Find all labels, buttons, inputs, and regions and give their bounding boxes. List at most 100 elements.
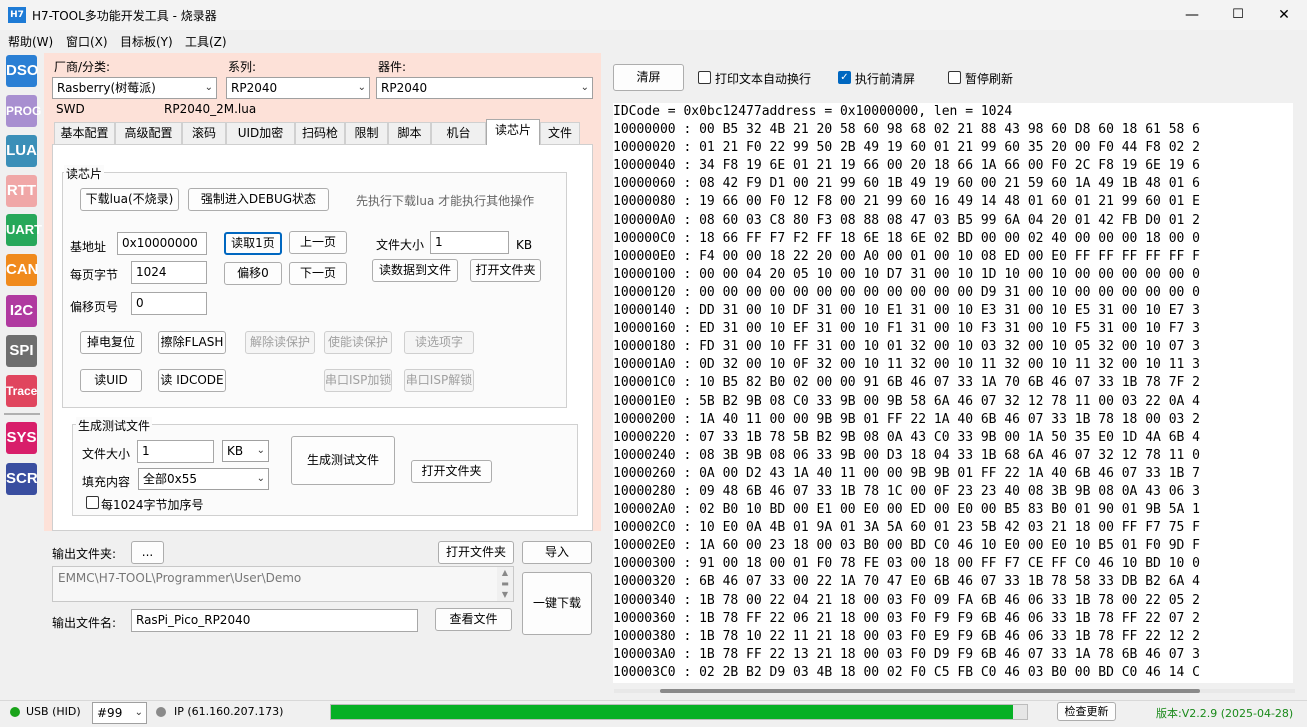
isp-lock-button[interactable]: 串口ISP加锁: [324, 369, 392, 392]
minimize-button[interactable]: —: [1169, 0, 1215, 30]
page-bytes-input[interactable]: 1024: [131, 261, 207, 284]
sidebar-dso-button[interactable]: DSO: [6, 55, 39, 87]
tab-machine[interactable]: 机台: [431, 122, 486, 144]
hex-output-view[interactable]: IDCode = 0x0bc12477address = 0x10000000,…: [613, 103, 1293, 683]
sidebar-i2c-button[interactable]: I2C: [6, 295, 37, 327]
tab-script[interactable]: 脚本: [388, 122, 431, 144]
hex-line: 10000220 : 07 33 1B 78 5B B2 9B 08 0A 43…: [613, 429, 1200, 445]
enable-read-protect-button[interactable]: 使能读保护: [324, 331, 392, 354]
hex-line: 100001E0 : 5B B2 9B 08 C0 33 9B 00 9B 58…: [613, 393, 1200, 409]
chevron-down-icon: ⌄: [134, 707, 143, 718]
vendor-select[interactable]: Rasberry(树莓派) ⌄: [52, 77, 217, 99]
sidebar-scr-button[interactable]: SCR: [6, 463, 38, 495]
sidebar-spi-button[interactable]: SPI: [6, 335, 37, 367]
close-button[interactable]: ✕: [1261, 0, 1307, 30]
wrap-checkbox[interactable]: [698, 71, 711, 84]
read-uid-button[interactable]: 读UID: [80, 369, 142, 392]
tab-uid-encrypt[interactable]: UID加密: [226, 122, 295, 144]
menu-tools[interactable]: 工具(Z): [185, 33, 227, 50]
hex-line: 100000C0 : 18 66 FF F7 F2 FF 18 6E 18 6E…: [613, 230, 1200, 246]
offset-page-input[interactable]: 0: [131, 292, 207, 315]
hex-line: 10000260 : 0A 00 D2 43 1A 40 11 00 00 9B…: [613, 465, 1200, 481]
force-debug-button[interactable]: 强制进入DEBUG状态: [188, 188, 329, 211]
output-open-folder-button[interactable]: 打开文件夹: [438, 541, 514, 564]
device-label: 器件:: [378, 60, 407, 74]
sidebar-can-button[interactable]: CAN: [6, 254, 39, 286]
browse-folder-button[interactable]: ...: [131, 541, 164, 564]
hex-line: 10000280 : 09 48 6B 46 07 33 1B 78 1C 00…: [613, 483, 1200, 499]
hex-line: 10000200 : 1A 40 11 00 00 9B 9B 01 FF 22…: [613, 411, 1200, 427]
sidebar-rtt-button[interactable]: RTT: [6, 175, 37, 207]
device-no-select[interactable]: #99 ⌄: [92, 702, 147, 724]
sidebar-uart-button[interactable]: UART: [6, 214, 42, 246]
path-scrollbar[interactable]: ▲ ▬ ▼: [497, 567, 513, 601]
hex-line: 10000320 : 6B 46 07 33 00 22 1A 70 47 E0…: [613, 574, 1200, 590]
clear-before-checkbox[interactable]: ✓: [838, 71, 851, 84]
device-select[interactable]: RP2040 ⌄: [376, 77, 593, 99]
wrap-label: 打印文本自动换行: [715, 72, 812, 86]
prev-page-button[interactable]: 上一页: [289, 231, 347, 254]
hex-line: 10000000 : 00 B5 32 4B 21 20 58 60 98 68…: [613, 122, 1200, 138]
read-to-file-button[interactable]: 读数据到文件: [372, 259, 458, 282]
output-folder-label: 输出文件夹:: [52, 547, 117, 561]
output-name-input[interactable]: RasPi_Pico_RP2040: [131, 609, 418, 632]
chevron-down-icon: ⌄: [357, 82, 366, 93]
open-folder-button[interactable]: 打开文件夹: [470, 259, 541, 282]
isp-unlock-button[interactable]: 串口ISP解锁: [404, 369, 474, 392]
window-title: H7-TOOL多功能开发工具 - 烧录器: [32, 9, 217, 23]
series-select[interactable]: RP2040 ⌄: [226, 77, 370, 99]
gen-unit-select[interactable]: KB ⌄: [222, 440, 269, 462]
sidebar-sys-button[interactable]: SYS: [6, 422, 37, 454]
fill-select[interactable]: 全部0x55 ⌄: [138, 468, 269, 490]
generate-test-file-button[interactable]: 生成测试文件: [291, 436, 395, 485]
tab-file[interactable]: 文件: [540, 122, 580, 144]
hex-line: 10000160 : ED 31 00 10 EF 31 00 10 F1 31…: [613, 321, 1200, 337]
view-file-button[interactable]: 查看文件: [435, 608, 512, 631]
menu-window[interactable]: 窗口(X): [66, 33, 108, 50]
sidebar-trace-button[interactable]: Trace: [6, 375, 37, 407]
read-size-input[interactable]: 1: [430, 231, 509, 254]
next-page-button[interactable]: 下一页: [289, 262, 347, 285]
one-click-download-button[interactable]: 一键下载: [522, 572, 592, 635]
hex-line: 10000300 : 91 00 18 00 01 F0 78 FE 03 00…: [613, 556, 1200, 572]
base-addr-input[interactable]: 0x10000000: [117, 232, 207, 255]
hex-line: 100000E0 : F4 00 00 18 22 20 00 A0 00 01…: [613, 248, 1200, 264]
tab-rolling-code[interactable]: 滚码: [182, 122, 226, 144]
gen-open-folder-button[interactable]: 打开文件夹: [411, 460, 492, 483]
tab-basic-config[interactable]: 基本配置: [54, 122, 115, 144]
import-button[interactable]: 导入: [522, 541, 592, 564]
read-idcode-button[interactable]: 读 IDCODE: [158, 369, 226, 392]
clear-screen-button[interactable]: 清屏: [613, 64, 684, 91]
tab-limits[interactable]: 限制: [345, 122, 388, 144]
hex-scrollbar-thumb[interactable]: [660, 689, 1200, 693]
sidebar-lua-button[interactable]: LUA: [6, 135, 37, 167]
vendor-label: 厂商/分类:: [54, 60, 111, 74]
usb-status-dot: [10, 707, 20, 717]
read-page-button[interactable]: 读取1页: [224, 232, 282, 255]
download-lua-button[interactable]: 下载lua(不烧录): [80, 188, 179, 211]
erase-flash-button[interactable]: 擦除FLASH: [158, 331, 226, 354]
seq-label: 每1024字节加序号: [101, 498, 204, 512]
pause-checkbox[interactable]: [948, 71, 961, 84]
menu-help[interactable]: 帮助(W): [8, 33, 53, 50]
tab-read-chip[interactable]: 读芯片: [486, 119, 540, 145]
offset0-button[interactable]: 偏移0: [224, 262, 282, 285]
maximize-button[interactable]: ☐: [1215, 0, 1261, 30]
read-option-button[interactable]: 读选项字: [404, 331, 474, 354]
unlock-read-protect-button[interactable]: 解除读保护: [245, 331, 315, 354]
hex-line: 100003E0 : 1A 70 34 E0 6B 46 07 33 1A 78…: [613, 682, 1293, 683]
seq-checkbox[interactable]: [86, 496, 99, 509]
output-path-box[interactable]: EMMC\H7-TOOL\Programmer\User\Demo: [52, 566, 514, 602]
check-update-button[interactable]: 检查更新: [1057, 702, 1116, 721]
tab-advanced-config[interactable]: 高级配置: [115, 122, 182, 144]
tab-scanner[interactable]: 扫码枪: [295, 122, 345, 144]
menu-target[interactable]: 目标板(Y): [120, 33, 173, 50]
hex-line: 10000360 : 1B 78 FF 22 06 21 18 00 03 F0…: [613, 610, 1200, 626]
sidebar-prog-button[interactable]: PROG: [6, 95, 41, 127]
hex-line: 10000100 : 00 00 04 20 05 10 00 10 D7 31…: [613, 266, 1200, 282]
gen-size-input[interactable]: 1: [137, 440, 214, 463]
hex-line: 10000180 : FD 31 00 10 FF 31 00 10 01 32…: [613, 339, 1200, 355]
hex-line: 100000A0 : 08 60 03 C8 80 F3 08 88 08 47…: [613, 212, 1200, 228]
sidebar-divider: [4, 413, 40, 415]
power-reset-button[interactable]: 掉电复位: [80, 331, 142, 354]
